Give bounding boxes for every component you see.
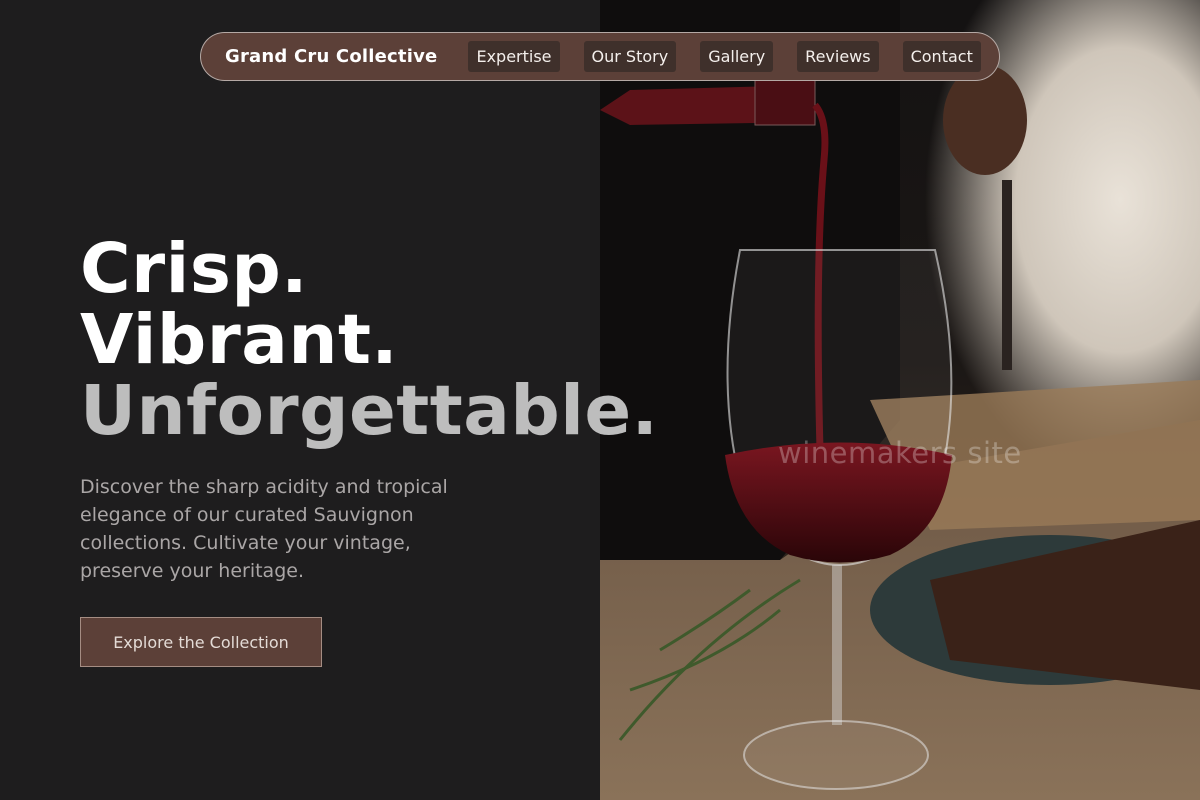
- hero-description: Discover the sharp acidity and tropical …: [80, 476, 448, 582]
- nav-link-expertise[interactable]: Expertise: [468, 41, 560, 72]
- nav-link-contact[interactable]: Contact: [902, 41, 981, 72]
- explore-collection-button[interactable]: Explore the Collection: [80, 617, 322, 667]
- watermark-text: winemakers site: [778, 436, 1022, 470]
- hero-headline: Crisp. Vibrant. Unforgettable.: [80, 234, 658, 447]
- brand-logo[interactable]: Grand Cru Collective: [225, 46, 437, 67]
- nav-link-our-story[interactable]: Our Story: [583, 41, 677, 72]
- top-navigation: Grand Cru Collective Expertise Our Story…: [200, 32, 1000, 81]
- headline-line-unforgettable: Unforgettable.: [80, 371, 659, 451]
- nav-links: Expertise Our Story Gallery Reviews Cont…: [468, 41, 981, 72]
- wine-pour-illustration: [600, 0, 1200, 800]
- nav-link-reviews[interactable]: Reviews: [797, 41, 879, 72]
- hero-photo: winemakers site: [600, 0, 1200, 800]
- headline-line-crisp: Crisp.: [80, 229, 308, 309]
- headline-line-vibrant: Vibrant.: [80, 300, 399, 380]
- nav-link-gallery[interactable]: Gallery: [700, 41, 774, 72]
